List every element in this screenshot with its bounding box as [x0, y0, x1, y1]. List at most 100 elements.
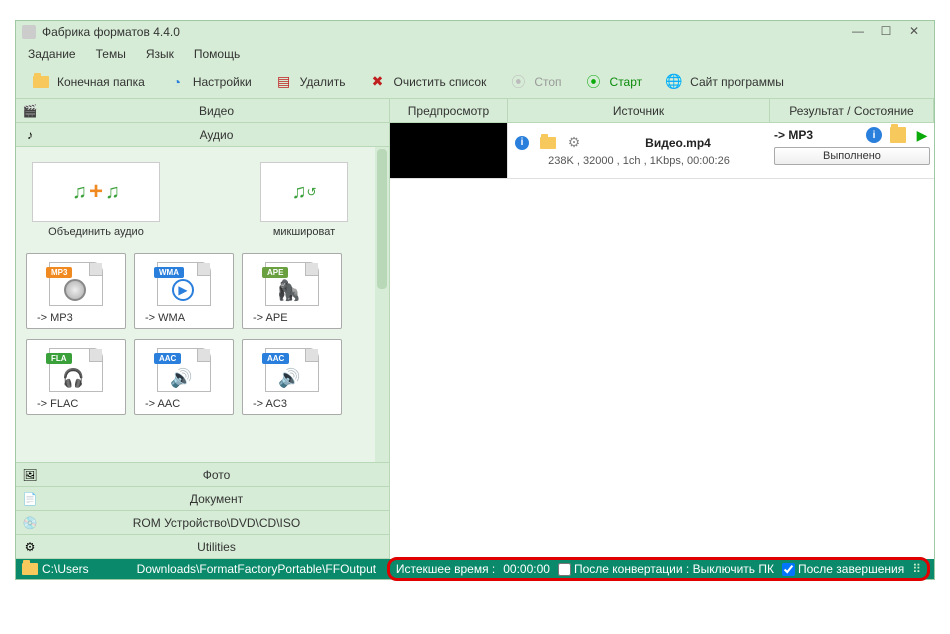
elapsed-label: Истекшее время :	[396, 562, 495, 576]
folder-icon	[31, 72, 51, 92]
category-utilities[interactable]: ⚙ Utilities	[16, 535, 389, 559]
start-icon: ⦿	[584, 72, 604, 92]
path-prefix: C:\Users	[42, 562, 89, 576]
elapsed-value: 00:00:00	[503, 562, 550, 576]
format-flac[interactable]: FLA🎧 -> FLAC	[26, 339, 126, 415]
path-folder-icon	[22, 563, 38, 575]
after-done-label: После завершения	[798, 562, 904, 576]
col-result[interactable]: Результат / Состояние	[770, 99, 934, 122]
menu-help[interactable]: Помощь	[186, 45, 248, 63]
delete-label: Удалить	[300, 75, 346, 89]
format-ape-label: -> APE	[247, 312, 337, 324]
mp3-badge-icon: MP3	[46, 267, 72, 278]
ac3-badge-icon: AAC	[262, 353, 289, 364]
stop-label: Стоп	[534, 75, 561, 89]
clear-list-label: Очистить список	[393, 75, 486, 89]
clear-list-button[interactable]: ✖ Очистить список	[358, 69, 495, 95]
post-action-highlight: Истекшее время : 00:00:00 После конверта…	[387, 557, 930, 581]
output-folder-button[interactable]: Конечная папка	[22, 69, 154, 95]
format-ac3[interactable]: AAC🔊 -> AC3	[242, 339, 342, 415]
format-aac-label: -> AAC	[139, 398, 229, 410]
close-button[interactable]: ✕	[900, 23, 928, 41]
audio-join-label: Объединить аудио	[31, 226, 161, 238]
gear-icon[interactable]: ⚙	[566, 135, 582, 151]
col-preview[interactable]: Предпросмотр	[390, 99, 508, 122]
after-conversion-label: После конвертации : Выключить ПК	[574, 562, 774, 576]
format-ac3-label: -> AC3	[247, 398, 337, 410]
format-wma-label: -> WMA	[139, 312, 229, 324]
category-panel: 🎬 Видео ♪ Аудио ♫+♫ Объединить аудио	[16, 99, 390, 559]
result-info-icon[interactable]: i	[866, 127, 882, 143]
result-play-icon[interactable]: ▶	[914, 127, 930, 143]
category-rom-label: ROM Устройство\DVD\CD\ISO	[44, 516, 389, 530]
start-button[interactable]: ⦿ Старт	[575, 69, 652, 95]
aac-badge-icon: AAC	[154, 353, 181, 364]
after-conversion-checkbox[interactable]: После конвертации : Выключить ПК	[558, 562, 774, 576]
menu-themes[interactable]: Темы	[88, 45, 134, 63]
format-mp3[interactable]: MP3 -> MP3	[26, 253, 126, 329]
result-format: -> MP3	[774, 128, 813, 142]
after-done-checkbox[interactable]: После завершения	[782, 562, 904, 576]
maximize-button[interactable]: ☐	[872, 23, 900, 41]
audio-mix-button[interactable]: ♫↺ микшироват	[254, 157, 354, 243]
format-wma[interactable]: WMA▶ -> WMA	[134, 253, 234, 329]
wma-badge-icon: WMA	[154, 267, 184, 278]
join-audio-icon: ♫+♫	[32, 162, 160, 222]
minimize-button[interactable]: —	[844, 23, 872, 41]
col-source[interactable]: Источник	[508, 99, 770, 122]
shutdown-checkbox-input[interactable]	[558, 563, 571, 576]
document-icon: 📄	[20, 490, 40, 508]
vertical-scrollbar[interactable]	[375, 147, 389, 462]
grip-icon: ⠿	[912, 562, 921, 576]
app-icon	[22, 25, 36, 39]
file-info: 238K , 32000 , 1ch , 1Kbps, 00:00:26	[514, 155, 764, 167]
result-folder-icon[interactable]	[890, 127, 906, 143]
menu-bar: Задание Темы Язык Помощь	[16, 43, 934, 65]
stop-button[interactable]: ⦿ Стоп	[499, 69, 570, 95]
menu-language[interactable]: Язык	[138, 45, 182, 63]
photo-icon: 🖼	[20, 466, 40, 484]
category-utilities-label: Utilities	[44, 540, 389, 554]
file-name: Видео.mp4	[592, 136, 764, 150]
audio-icon: ♪	[20, 126, 40, 144]
start-label: Старт	[610, 75, 643, 89]
path-suffix: Downloads\FormatFactoryPortable\FFOutput	[137, 562, 376, 576]
delete-button[interactable]: ▤ Удалить	[265, 69, 355, 95]
utilities-icon: ⚙	[20, 538, 40, 556]
ape-badge-icon: APE	[262, 267, 288, 278]
video-icon: 🎬	[20, 102, 40, 120]
delete-icon: ▤	[274, 72, 294, 92]
preview-thumbnail[interactable]	[390, 123, 508, 178]
main-area: 🎬 Видео ♪ Аудио ♫+♫ Объединить аудио	[16, 99, 934, 559]
category-rom[interactable]: 💿 ROM Устройство\DVD\CD\ISO	[16, 511, 389, 535]
category-audio-label: Аудио	[44, 128, 389, 142]
after-done-checkbox-input[interactable]	[782, 563, 795, 576]
globe-icon: 🌐	[664, 72, 684, 92]
settings-icon: ◔	[167, 72, 187, 92]
website-button[interactable]: 🌐 Сайт программы	[655, 69, 793, 95]
audio-mix-label: микшироват	[259, 226, 349, 238]
status-button[interactable]: Выполнено	[774, 147, 930, 165]
category-video-label: Видео	[44, 104, 389, 118]
format-flac-label: -> FLAC	[31, 398, 121, 410]
category-document[interactable]: 📄 Документ	[16, 487, 389, 511]
category-photo[interactable]: 🖼 Фото	[16, 463, 389, 487]
scrollbar-thumb[interactable]	[377, 149, 387, 289]
settings-label: Настройки	[193, 75, 252, 89]
stop-icon: ⦿	[508, 72, 528, 92]
menu-task[interactable]: Задание	[20, 45, 84, 63]
flac-badge-icon: FLA	[46, 353, 72, 364]
format-ape[interactable]: APE🦍 -> APE	[242, 253, 342, 329]
open-folder-icon[interactable]	[540, 135, 556, 151]
category-audio[interactable]: ♪ Аудио	[16, 123, 389, 147]
settings-button[interactable]: ◔ Настройки	[158, 69, 261, 95]
audio-grid: ♫+♫ Объединить аудио ♫↺ микшироват MP3 -…	[16, 147, 389, 463]
file-row[interactable]: i ⚙ Видео.mp4 238K , 32000 , 1ch , 1Kbps…	[390, 123, 934, 179]
audio-join-button[interactable]: ♫+♫ Объединить аудио	[26, 157, 166, 243]
category-video[interactable]: 🎬 Видео	[16, 99, 389, 123]
title-bar: Фабрика форматов 4.4.0 — ☐ ✕	[16, 21, 934, 43]
status-bar: C:\Users Downloads\FormatFactoryPortable…	[16, 559, 934, 579]
category-document-label: Документ	[44, 492, 389, 506]
info-icon[interactable]: i	[514, 135, 530, 151]
format-aac[interactable]: AAC🔊 -> AAC	[134, 339, 234, 415]
